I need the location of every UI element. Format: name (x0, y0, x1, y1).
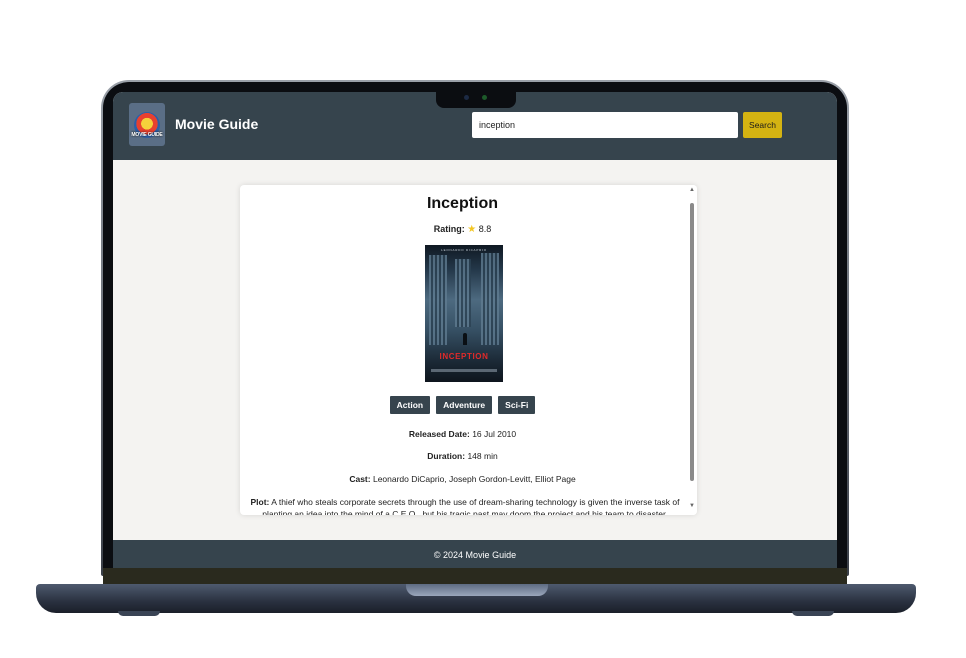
released-date: Released Date: 16 Jul 2010 (240, 429, 685, 439)
movie-title: Inception (426, 195, 499, 212)
duration: Duration: 148 min (240, 451, 685, 461)
poster-figure (463, 333, 467, 345)
cast: Cast: Leonardo DiCaprio, Joseph Gordon-L… (240, 474, 685, 484)
app-footer: © 2024 Movie Guide (113, 540, 837, 568)
footer-copyright: © 2024 Movie Guide (433, 550, 517, 560)
poster-building (455, 259, 471, 327)
movie-card: Inception Rating: ★ 8.8 LEONARDO DICAPRI… (240, 185, 697, 515)
cast-label: Cast: (349, 474, 371, 484)
camera-icon (464, 95, 469, 100)
genre-tag-action[interactable]: Action (389, 396, 431, 414)
poster-building (429, 255, 447, 345)
genre-tag-sci-fi[interactable]: Sci-Fi (498, 396, 536, 414)
laptop-foot (792, 611, 834, 616)
laptop-hinge (406, 584, 548, 596)
laptop-screen: MOVIE GUIDE Movie Guide Search Inception… (113, 92, 837, 568)
poster-credits (431, 369, 497, 372)
released-value: 16 Jul 2010 (472, 429, 517, 439)
movie-guide-logo[interactable]: MOVIE GUIDE (129, 103, 165, 146)
cast-value: Leonardo DiCaprio, Joseph Gordon-Levitt,… (372, 474, 576, 484)
plot-label: Plot: (250, 497, 270, 507)
genre-list: Action Adventure Sci-Fi (240, 396, 685, 414)
poster-title: INCEPTION (439, 352, 489, 361)
plot-value: A thief who steals corporate secrets thr… (262, 497, 680, 515)
plot: Plot: A thief who steals corporate secre… (250, 496, 680, 515)
logo-text: MOVIE GUIDE (131, 132, 163, 138)
brand-title: Movie Guide (175, 116, 259, 132)
arrow-down-icon[interactable]: ▼ (689, 503, 695, 509)
rating-value: 8.8 (478, 224, 492, 234)
scrollbar-thumb[interactable] (690, 203, 694, 481)
released-label: Released Date: (408, 429, 470, 439)
duration-label: Duration: (427, 451, 466, 461)
arrow-up-icon[interactable]: ▲ (689, 187, 695, 193)
card-scrollbar[interactable]: ▲ ▼ (687, 185, 697, 515)
rating-row: Rating: ★ 8.8 (240, 224, 685, 235)
laptop-keyboard-deck (103, 568, 847, 584)
duration-value: 148 min (467, 451, 498, 461)
rating-label: Rating: (433, 224, 465, 234)
camera-notch (436, 88, 516, 108)
genre-tag-adventure[interactable]: Adventure (436, 396, 493, 414)
star-icon: ★ (467, 224, 477, 235)
camera-indicator-icon (482, 95, 487, 100)
search-input[interactable] (472, 112, 738, 138)
movie-poster: LEONARDO DICAPRIO INCEPTION (425, 245, 503, 382)
poster-cast-text: LEONARDO DICAPRIO (441, 248, 487, 252)
laptop-foot (118, 611, 160, 616)
poster-building (481, 253, 499, 345)
search-button[interactable]: Search (743, 112, 782, 138)
